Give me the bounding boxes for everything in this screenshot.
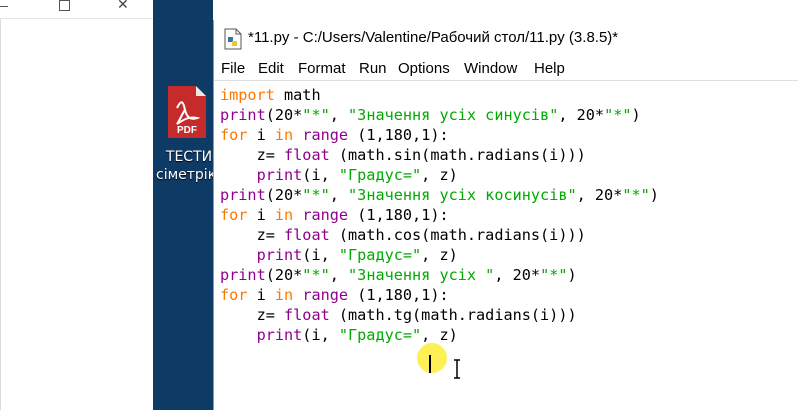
desktop-background: [153, 0, 213, 410]
minimize-icon[interactable]: [0, 0, 12, 14]
code-line[interactable]: print(20*"*", "Значення усіх ", 20*"*"): [220, 265, 659, 285]
code-line[interactable]: print(i, "Градус=", z): [220, 245, 659, 265]
code-line[interactable]: z= float (math.tg(math.radians(i))): [220, 305, 659, 325]
text-caret: [429, 355, 431, 373]
window-title: *11.py - C:/Users/Valentine/Рабочий стол…: [248, 29, 619, 46]
menu-bar: File Edit Format Run Options Window Help: [214, 58, 798, 80]
maximize-icon[interactable]: [59, 0, 71, 14]
background-window: ✕: [0, 0, 153, 410]
code-line[interactable]: print(i, "Градус=", z): [220, 325, 659, 345]
idle-editor-window: *11.py - C:/Users/Valentine/Рабочий стол…: [213, 20, 798, 411]
menu-options[interactable]: Options: [398, 60, 450, 77]
menu-file[interactable]: File: [221, 60, 245, 77]
menu-format[interactable]: Format: [298, 60, 346, 77]
code-line[interactable]: z= float (math.cos(math.radians(i))): [220, 225, 659, 245]
pdf-icon-text: PDF: [177, 125, 197, 136]
divider: [0, 18, 153, 19]
title-bar[interactable]: *11.py - C:/Users/Valentine/Рабочий стол…: [214, 20, 798, 58]
code-line[interactable]: for i in range (1,180,1):: [220, 285, 659, 305]
code-line[interactable]: import math: [220, 85, 659, 105]
code-editor[interactable]: import math print(20*"*", "Значення усіх …: [214, 80, 798, 411]
python-file-icon: [224, 28, 242, 50]
menu-edit[interactable]: Edit: [258, 60, 284, 77]
code-text[interactable]: import math print(20*"*", "Значення усіх …: [220, 85, 659, 345]
code-line[interactable]: print(i, "Градус=", z): [220, 165, 659, 185]
menu-help[interactable]: Help: [534, 60, 565, 77]
code-line[interactable]: for i in range (1,180,1):: [220, 125, 659, 145]
cursor-highlight: [417, 343, 447, 373]
desktop-icon-label[interactable]: ТЕСТИ сіметрік: [153, 148, 217, 184]
code-line[interactable]: print(20*"*", "Значення усіх косинусів",…: [220, 185, 659, 205]
pdf-file-icon[interactable]: PDF: [165, 84, 209, 140]
ibeam-cursor-icon: [454, 359, 460, 379]
code-line[interactable]: print(20*"*", "Значення усіх синусів", 2…: [220, 105, 659, 125]
close-icon[interactable]: ✕: [117, 0, 131, 14]
menu-run[interactable]: Run: [359, 60, 387, 77]
divider: [0, 19, 1, 410]
desktop-icon-label-line1: ТЕСТИ: [165, 149, 213, 165]
code-line[interactable]: for i in range (1,180,1):: [220, 205, 659, 225]
menu-window[interactable]: Window: [464, 60, 517, 77]
desktop-icon-label-line2: сіметрік: [156, 167, 217, 183]
code-line[interactable]: z= float (math.sin(math.radians(i))): [220, 145, 659, 165]
